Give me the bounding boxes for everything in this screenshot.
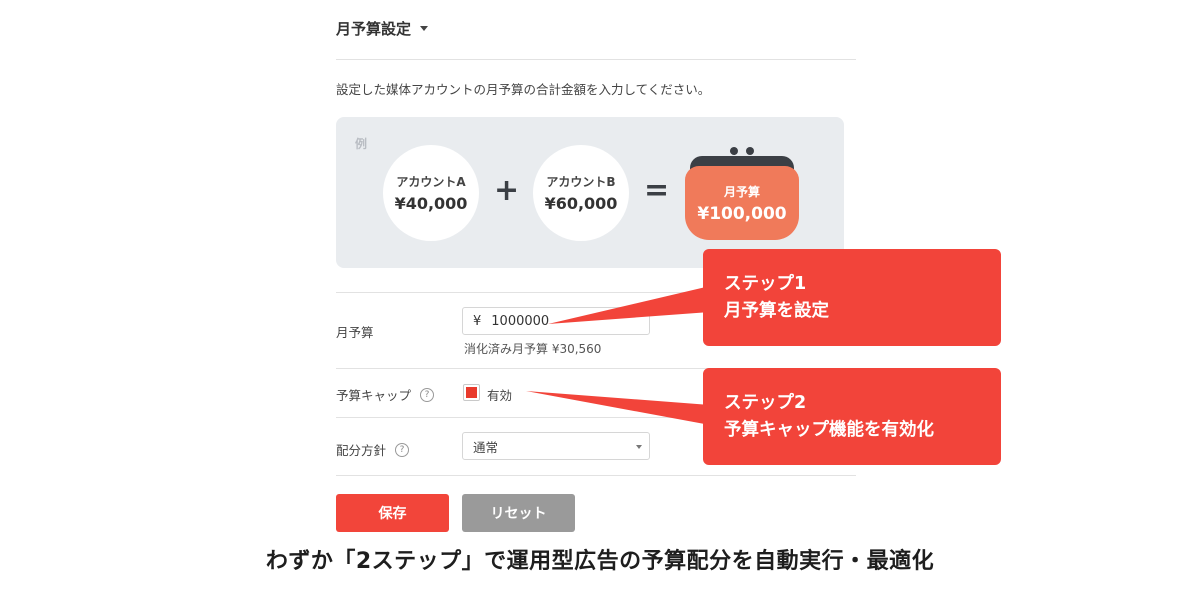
step1-callout: ステップ1 月予算を設定 — [703, 249, 1001, 346]
allocation-label: 配分方針 ? — [336, 440, 410, 459]
allocation-selected-value: 通常 — [473, 439, 499, 455]
allocation-select[interactable]: 通常 — [462, 432, 650, 460]
callout-2-pointer — [526, 391, 710, 425]
purse-body: 月予算 ¥100,000 — [685, 166, 799, 240]
plus-sign: + — [494, 173, 520, 208]
account-b-amount: ¥60,000 — [544, 194, 618, 213]
consumed-budget-note: 消化済み月予算 ¥30,560 — [464, 342, 602, 356]
divider — [336, 59, 856, 60]
total-amount: ¥100,000 — [697, 203, 787, 224]
dropdown-arrow-icon — [636, 445, 642, 449]
purse-clasp-left — [728, 145, 740, 157]
allocation-label-text: 配分方針 — [336, 443, 387, 458]
checkbox-checked-mark — [466, 387, 477, 398]
step2-text: 予算キャップ機能を有効化 — [724, 419, 934, 440]
budget-cap-checkbox-label: 有効 — [487, 388, 513, 403]
budget-cap-label-text: 予算キャップ — [336, 388, 412, 403]
caret-down-icon — [420, 26, 429, 31]
section-title-dropdown[interactable]: 月予算設定 — [336, 18, 429, 39]
section-description: 設定した媒体アカウントの月予算の合計金額を入力してください。 — [336, 82, 711, 97]
monthly-budget-label-text: 月予算 — [336, 325, 374, 340]
account-a-circle: アカウントA ¥40,000 — [383, 145, 479, 241]
account-a-name: アカウントA — [396, 175, 466, 189]
monthly-budget-label: 月予算 — [336, 322, 374, 341]
divider — [336, 475, 856, 476]
monthly-budget-value: 1000000 — [491, 313, 550, 329]
budget-cap-checkbox[interactable] — [463, 384, 480, 401]
equals-sign: = — [644, 173, 670, 208]
save-button[interactable]: 保存 — [336, 494, 449, 532]
step2-callout: ステップ2 予算キャップ機能を有効化 — [703, 368, 1001, 465]
purse-clasp-right — [746, 147, 754, 155]
monthly-budget-input[interactable]: ¥ 1000000 — [462, 307, 650, 335]
step1-text: 月予算を設定 — [724, 300, 829, 321]
section-title: 月予算設定 — [336, 20, 412, 38]
caption: わずか「2ステップ」で運用型広告の予算配分を自動実行・最適化 — [265, 549, 935, 574]
help-icon[interactable]: ? — [395, 442, 410, 457]
total-name: 月予算 — [723, 184, 760, 199]
step2-title: ステップ2 — [724, 392, 807, 413]
account-a-amount: ¥40,000 — [394, 194, 468, 213]
budget-cap-label: 予算キャップ ? — [336, 385, 435, 404]
currency-symbol: ¥ — [473, 313, 482, 329]
account-b-name: アカウントB — [546, 175, 616, 189]
purse-icon: 月予算 ¥100,000 — [683, 144, 801, 244]
help-icon[interactable]: ? — [420, 387, 435, 402]
account-b-circle: アカウントB ¥60,000 — [533, 145, 629, 241]
example-label: 例 — [355, 137, 368, 151]
step1-title: ステップ1 — [724, 273, 807, 294]
reset-button[interactable]: リセット — [462, 494, 575, 532]
